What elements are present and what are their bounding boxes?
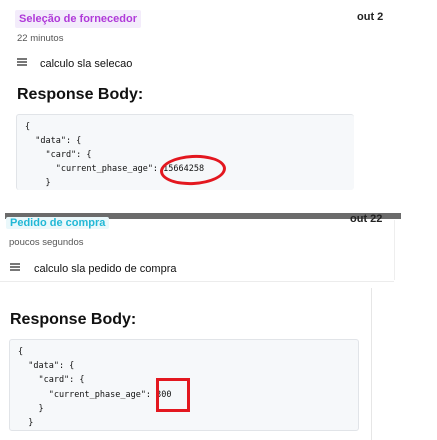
code-line: {	[25, 122, 31, 132]
code-line: }	[18, 404, 44, 414]
time-ago-1: 22 minutos	[17, 33, 64, 44]
code-line: "current_phase_age": 300	[18, 390, 172, 400]
card-2-edge	[394, 220, 395, 280]
code-line: "card": {	[18, 375, 85, 385]
code-line: }	[25, 178, 51, 188]
code-line: "data": {	[18, 361, 75, 371]
code-line: }	[18, 418, 34, 428]
code-line: {	[18, 347, 24, 357]
response-body-title-1: Response Body:	[17, 86, 144, 103]
code-line: "card": {	[25, 150, 92, 160]
date-label-1: out 2	[357, 11, 384, 23]
date-label-2: out 22	[350, 213, 383, 225]
phase-tag-2[interactable]: Pedido de compra	[6, 217, 110, 229]
phase-tag-1[interactable]: Seleção de fornecedor	[15, 10, 141, 28]
response-body-title-2: Response Body:	[10, 311, 137, 328]
description-2: calculo sla pedido de compra	[34, 263, 177, 275]
list-lines-icon	[10, 263, 20, 272]
highlight-rectangle-annotation	[156, 378, 190, 412]
card-2-separator	[0, 281, 394, 282]
code-line: "data": {	[25, 136, 82, 146]
description-1: calculo sla selecao	[40, 58, 133, 70]
time-ago-2: poucos segundos	[9, 237, 84, 248]
list-lines-icon	[17, 58, 27, 67]
card-2-edge	[371, 288, 372, 440]
card-1-margin	[380, 0, 437, 214]
